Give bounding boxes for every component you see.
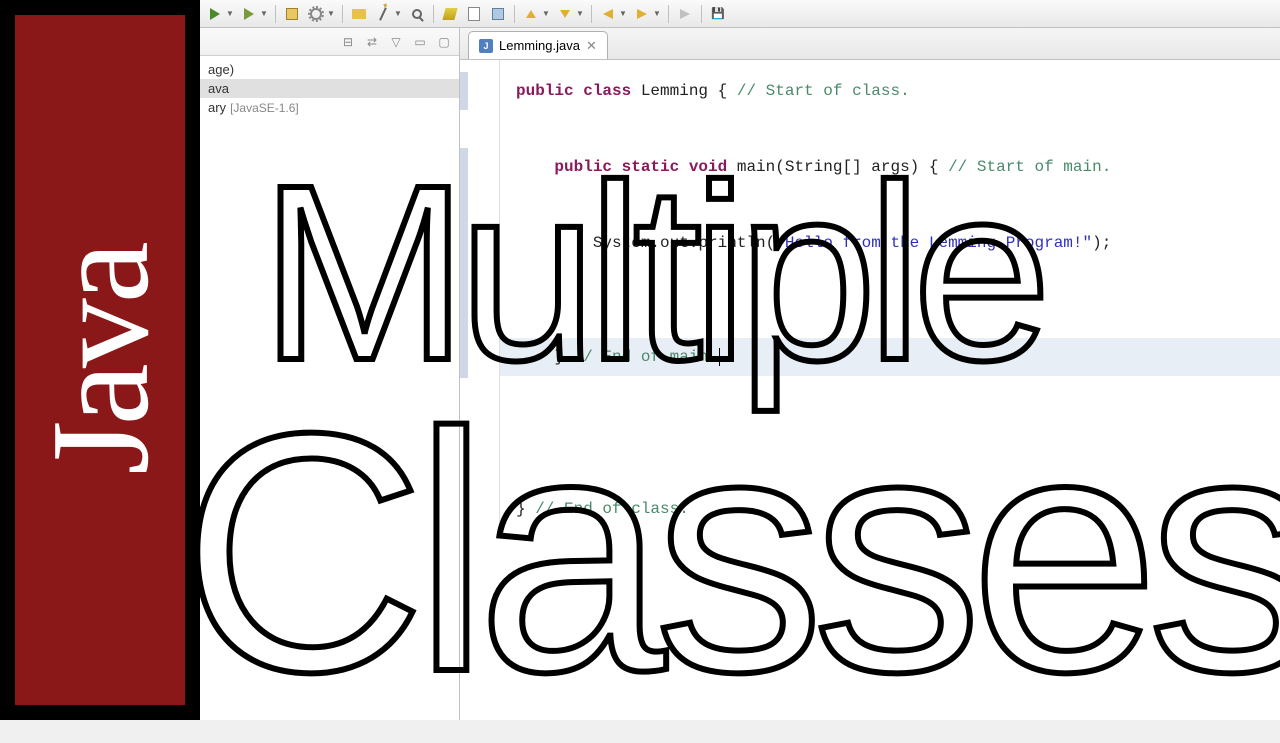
view-menu-icon[interactable]: ▽	[387, 33, 405, 51]
package-explorer: ⊟ ⇄ ▽ ▭ ▢ age) ava ary [JavaSE-1.6]	[200, 28, 460, 720]
java-file-icon: J	[479, 39, 493, 53]
open-folder-button[interactable]	[348, 3, 370, 25]
explorer-toolbar: ⊟ ⇄ ▽ ▭ ▢	[200, 28, 459, 56]
tree-item-package[interactable]: age)	[200, 60, 459, 79]
debug-dropdown[interactable]: ▼	[260, 9, 270, 18]
close-icon[interactable]: ✕	[586, 38, 597, 54]
save-button[interactable]: 💾	[707, 3, 729, 25]
code-area[interactable]: public class Lemming { // Start of class…	[460, 60, 1280, 528]
editor-tab-bar: J Lemming.java ✕	[460, 28, 1280, 60]
new-package-button[interactable]	[281, 3, 303, 25]
new-class-button[interactable]	[305, 3, 327, 25]
java-banner: Java	[0, 0, 200, 720]
link-editor-icon[interactable]: ⇄	[363, 33, 381, 51]
main-toolbar: ▼ ▼ ▼ ▼ ▼ ▼ ▼ ▼ 💾	[200, 0, 1280, 28]
tree-item-library[interactable]: ary [JavaSE-1.6]	[200, 98, 459, 117]
wand-button[interactable]	[372, 3, 394, 25]
maximize-icon[interactable]: ▢	[435, 33, 453, 51]
back-button[interactable]	[597, 3, 619, 25]
format-button[interactable]	[439, 3, 461, 25]
file-tree: age) ava ary [JavaSE-1.6]	[200, 56, 459, 121]
next-dropdown[interactable]: ▼	[576, 9, 586, 18]
tab-lemming[interactable]: J Lemming.java ✕	[468, 31, 608, 59]
code-editor: J Lemming.java ✕ public class Lemming { …	[460, 28, 1280, 720]
run-button[interactable]	[204, 3, 226, 25]
prev-annotation-button[interactable]	[520, 3, 542, 25]
gutter	[460, 60, 500, 528]
run-dropdown[interactable]: ▼	[226, 9, 236, 18]
tab-label: Lemming.java	[499, 38, 580, 53]
doc-button[interactable]	[463, 3, 485, 25]
new-dropdown[interactable]: ▼	[327, 9, 337, 18]
next-annotation-button[interactable]	[554, 3, 576, 25]
fwd-dropdown[interactable]: ▼	[653, 9, 663, 18]
back-dropdown[interactable]: ▼	[619, 9, 629, 18]
prev-dropdown[interactable]: ▼	[542, 9, 552, 18]
debug-button[interactable]	[238, 3, 260, 25]
search-button[interactable]	[406, 3, 428, 25]
wand-dropdown[interactable]: ▼	[394, 9, 404, 18]
minimize-icon[interactable]: ▭	[411, 33, 429, 51]
tree-item-file[interactable]: ava	[200, 79, 459, 98]
collapse-all-icon[interactable]: ⊟	[339, 33, 357, 51]
tool-button[interactable]	[487, 3, 509, 25]
banner-label: Java	[20, 246, 181, 475]
forward-button[interactable]	[631, 3, 653, 25]
fwd-disabled-button	[674, 3, 696, 25]
